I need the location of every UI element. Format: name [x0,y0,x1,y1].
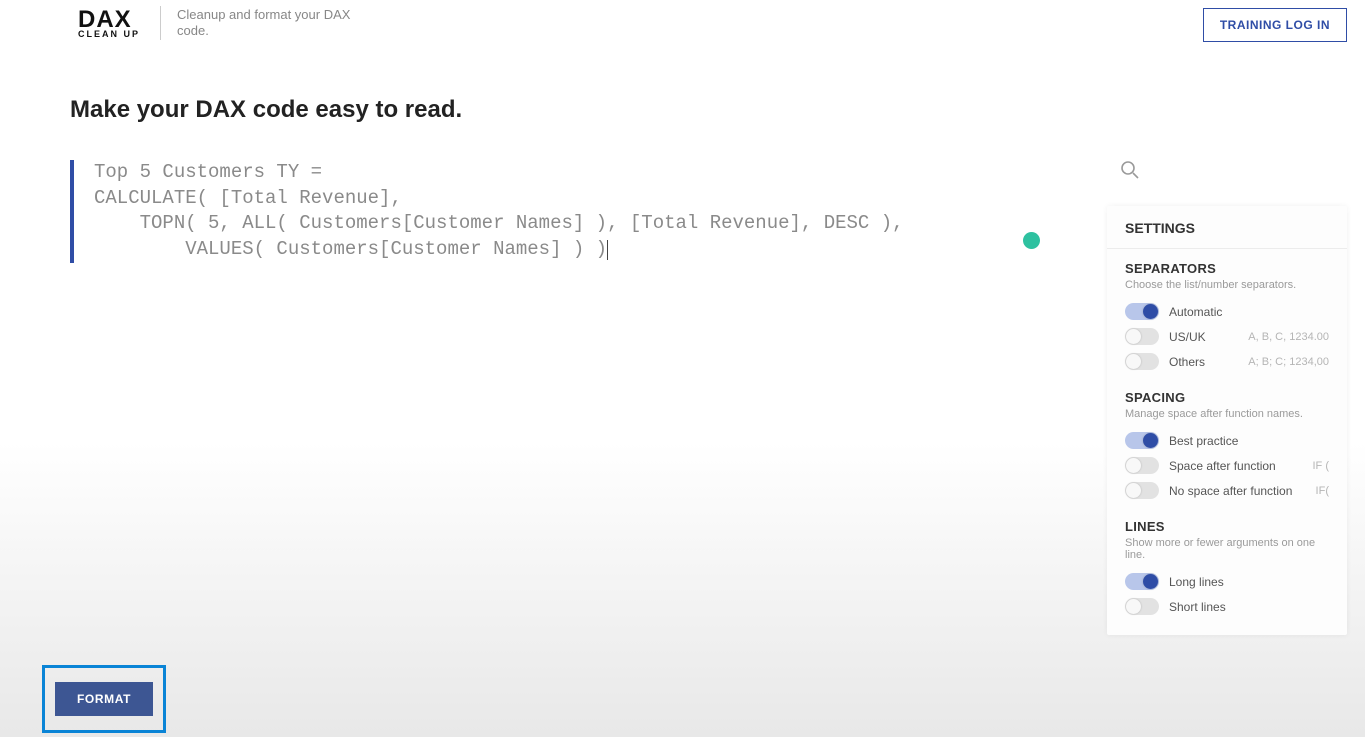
toggle-short-lines[interactable] [1125,598,1159,615]
option-label: Others [1169,355,1205,369]
format-button-highlight: FORMAT [42,665,166,733]
spacing-option-space: Space after function IF ( [1125,453,1329,478]
option-label: Automatic [1169,305,1222,319]
separator-option-others: Others A; B; C; 1234,00 [1125,349,1329,374]
code-text: Top 5 Customers TY = CALCULATE( [Total R… [94,161,904,260]
separators-title: SEPARATORS [1125,261,1329,276]
separator-option-automatic: Automatic [1125,299,1329,324]
separators-section: SEPARATORS Choose the list/number separa… [1107,249,1347,378]
header: DAX CLEAN UP Cleanup and format your DAX… [0,0,1365,46]
toggle-others[interactable] [1125,353,1159,370]
code-editor[interactable]: Top 5 Customers TY = CALCULATE( [Total R… [70,160,990,263]
training-login-button[interactable]: TRAINING LOG IN [1203,8,1347,42]
spacing-section: SPACING Manage space after function name… [1107,378,1347,507]
toggle-no-space-after[interactable] [1125,482,1159,499]
toggle-space-after[interactable] [1125,457,1159,474]
valid-status-badge [1023,232,1040,249]
option-label: No space after function [1169,484,1292,498]
settings-panel: SETTINGS SEPARATORS Choose the list/numb… [1107,206,1347,635]
logo[interactable]: DAX CLEAN UP [78,8,140,39]
option-label: Long lines [1169,575,1224,589]
divider [160,6,161,40]
page-title: Make your DAX code easy to read. [70,96,1365,124]
option-label: Space after function [1169,459,1276,473]
toggle-best-practice[interactable] [1125,432,1159,449]
lines-title: LINES [1125,519,1329,534]
logo-main: DAX [78,8,140,32]
option-hint: IF ( [1313,460,1330,472]
lines-desc: Show more or fewer arguments on one line… [1125,537,1329,561]
option-label: Short lines [1169,600,1226,614]
text-caret [607,240,608,260]
logo-sub: CLEAN UP [78,30,140,39]
search-icon[interactable] [1120,160,1140,180]
option-label: Best practice [1169,434,1238,448]
option-label: US/UK [1169,330,1206,344]
option-hint: A, B, C, 1234.00 [1248,331,1329,343]
spacing-desc: Manage space after function names. [1125,408,1329,420]
spacing-title: SPACING [1125,390,1329,405]
toggle-long-lines[interactable] [1125,573,1159,590]
separator-option-usuk: US/UK A, B, C, 1234.00 [1125,324,1329,349]
toggle-usuk[interactable] [1125,328,1159,345]
option-hint: A; B; C; 1234,00 [1248,356,1329,368]
option-hint: IF( [1316,485,1329,497]
settings-title: SETTINGS [1107,206,1347,249]
spacing-option-nospace: No space after function IF( [1125,478,1329,503]
spacing-option-best: Best practice [1125,428,1329,453]
separators-desc: Choose the list/number separators. [1125,279,1329,291]
tagline: Cleanup and format your DAX code. [177,7,377,40]
toggle-automatic[interactable] [1125,303,1159,320]
lines-option-short: Short lines [1125,594,1329,619]
format-button[interactable]: FORMAT [55,682,153,716]
lines-section: LINES Show more or fewer arguments on on… [1107,507,1347,623]
lines-option-long: Long lines [1125,569,1329,594]
